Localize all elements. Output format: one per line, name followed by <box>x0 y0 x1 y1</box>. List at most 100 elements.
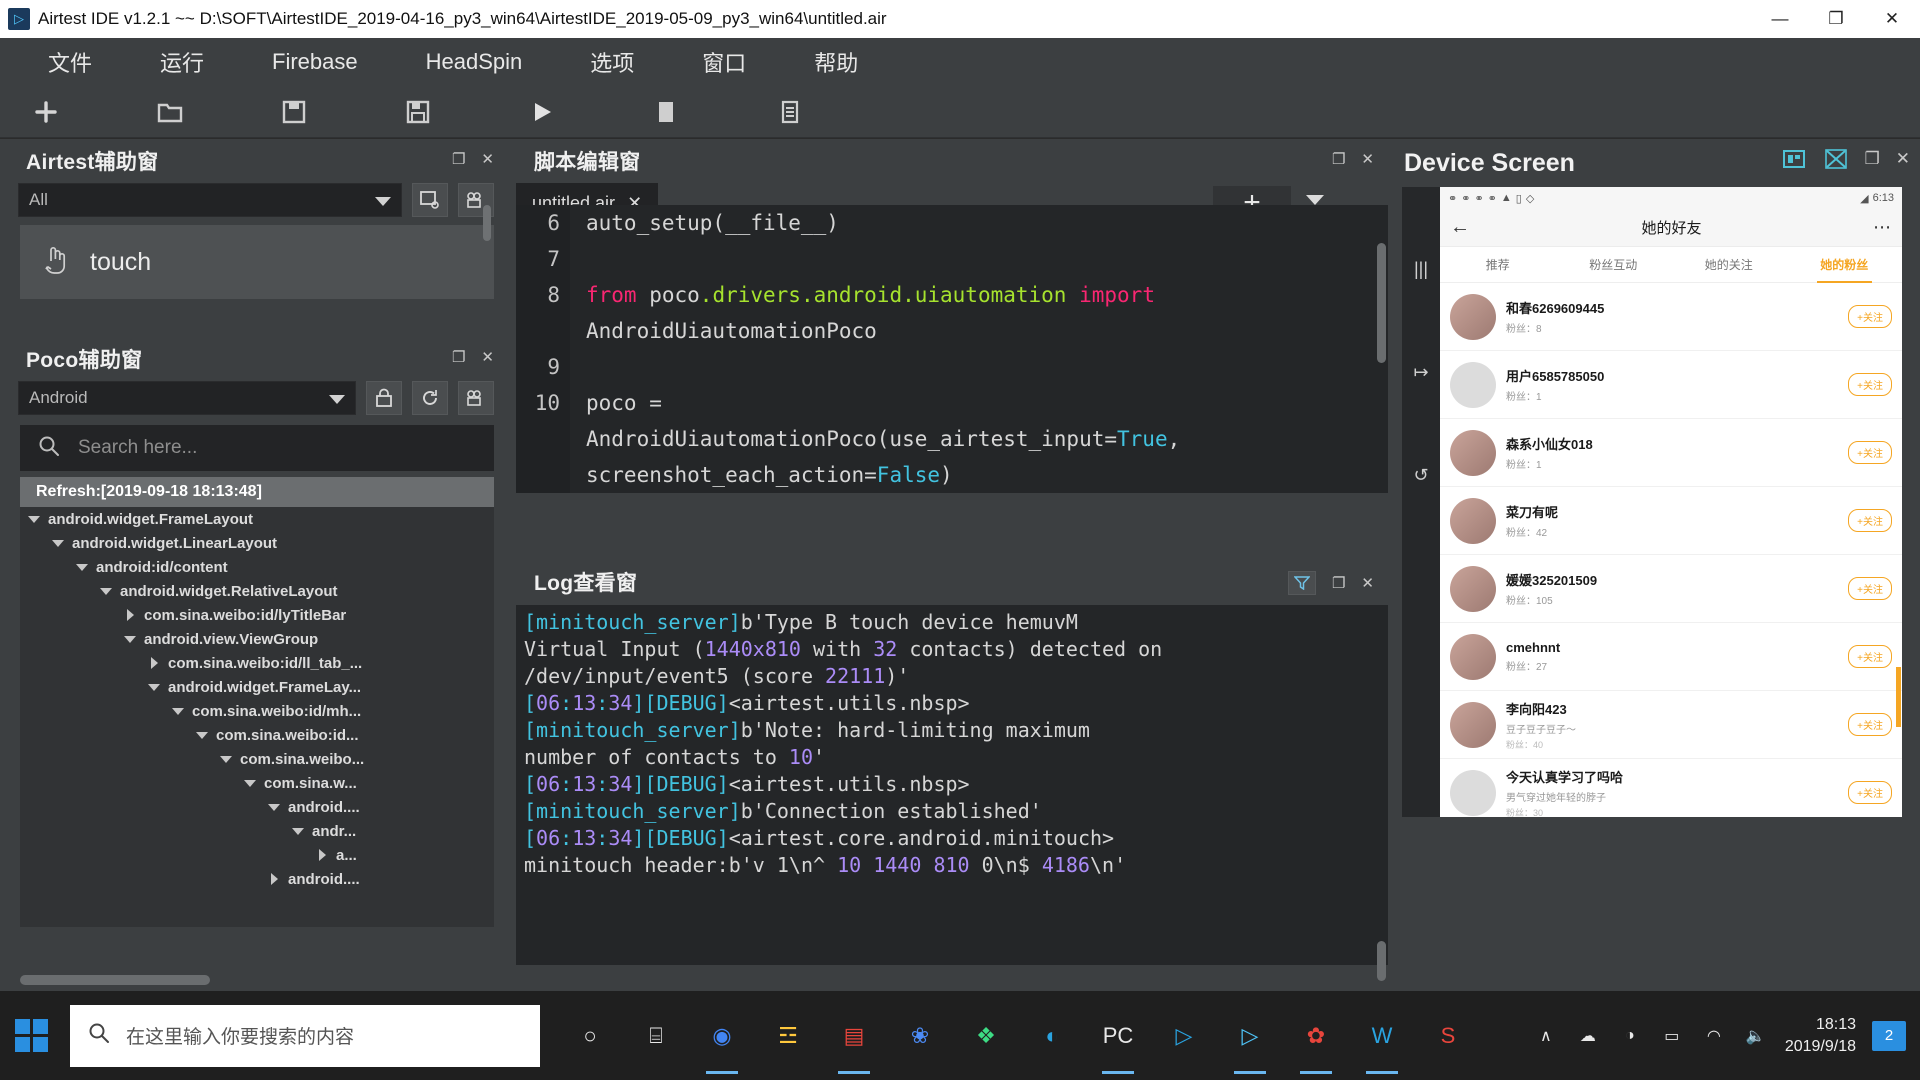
pycharm-icon[interactable]: PC <box>1094 1012 1142 1074</box>
poco-search-box[interactable]: Search here... <box>20 425 494 471</box>
new-file-icon[interactable] <box>24 94 68 130</box>
taskbar-clock[interactable]: 18:13 2019/9/18 <box>1785 1014 1856 1057</box>
code-line[interactable]: AndroidUiautomationPoco(use_airtest_inpu… <box>586 421 1388 457</box>
phone-tab[interactable]: 推荐 <box>1440 256 1556 273</box>
menu-item-run[interactable]: 运行 <box>138 42 226 82</box>
tree-node[interactable]: android.widget.RelativeLayout <box>20 579 494 603</box>
menu-item-headspin[interactable]: HeadSpin <box>404 45 545 79</box>
tree-node[interactable]: android.... <box>20 795 494 819</box>
chevron-down-icon[interactable] <box>170 707 186 715</box>
device-mirror[interactable]: ⚭ ⚭ ⚭ ⚭ ▲ ▯ ◇ ◢ 6:13 ← 她的好友 ⋯ 推荐 粉丝互动 她的… <box>1440 187 1902 817</box>
poco-panel-restore-button[interactable]: ❐ <box>452 348 465 366</box>
tree-node[interactable]: android.widget.FrameLayout <box>20 507 494 531</box>
volume-icon[interactable]: 🔈 <box>1743 1023 1769 1049</box>
notification-icon[interactable]: 2 <box>1872 1020 1906 1051</box>
close-button[interactable]: ✕ <box>1864 0 1920 38</box>
log-output[interactable]: [minitouch_server]b'Type B touch device … <box>516 605 1388 965</box>
chevron-right-icon[interactable] <box>146 657 162 669</box>
lock-icon[interactable] <box>366 381 402 415</box>
chevron-down-icon[interactable] <box>122 635 138 643</box>
vscode-icon[interactable]: ▷ <box>1160 1012 1208 1060</box>
minimize-button[interactable]: — <box>1752 0 1808 38</box>
poco-platform-select[interactable]: Android <box>18 381 356 415</box>
airtest-panel-restore-button[interactable]: ❐ <box>452 150 465 168</box>
tree-node[interactable]: com.sina.weibo:id/lyTitleBar <box>20 603 494 627</box>
chevron-down-icon[interactable] <box>290 827 306 835</box>
device-panel-close-button[interactable]: ✕ <box>1896 149 1910 169</box>
maximize-button[interactable]: ❐ <box>1808 0 1864 38</box>
log-panel-close-button[interactable]: ✕ <box>1361 574 1374 592</box>
chevron-right-icon[interactable] <box>122 609 138 621</box>
task-view-icon[interactable]: ⌸ <box>632 1012 680 1060</box>
menu-item-window[interactable]: 窗口 <box>680 42 768 82</box>
chevron-down-icon[interactable] <box>50 539 66 547</box>
chevron-down-icon[interactable] <box>218 755 234 763</box>
tree-node[interactable]: com.sina.w... <box>20 771 494 795</box>
network-globe-icon[interactable]: ◑ <box>1617 1023 1643 1049</box>
chevron-down-icon[interactable] <box>1306 195 1324 205</box>
phone-list-item[interactable]: cmehnnt 粉丝：27 +关注 <box>1440 623 1902 691</box>
stop-icon[interactable] <box>644 94 688 130</box>
chevron-right-icon[interactable] <box>266 873 282 885</box>
network-signal-icon[interactable]: ◠ <box>1701 1023 1727 1049</box>
device-panel-restore-button[interactable]: ❐ <box>1865 149 1880 169</box>
screenshot-capture-icon[interactable] <box>412 183 448 217</box>
report-icon[interactable] <box>768 94 812 130</box>
airtest-list-scrollbar[interactable] <box>483 205 491 241</box>
log-panel-restore-button[interactable]: ❐ <box>1332 574 1345 592</box>
editor-vertical-scrollbar[interactable] <box>1377 243 1386 363</box>
record-icon[interactable] <box>458 381 494 415</box>
device-snapshot-icon[interactable] <box>1781 147 1807 171</box>
log-vertical-scrollbar[interactable] <box>1377 941 1386 981</box>
tree-node[interactable]: andr... <box>20 819 494 843</box>
funnel-filter-icon[interactable] <box>1287 571 1316 595</box>
menu-key-icon[interactable]: ||| <box>1414 259 1428 280</box>
code-line[interactable]: from poco.drivers.android.uiautomation i… <box>586 277 1388 313</box>
chevron-down-icon[interactable] <box>266 803 282 811</box>
chevron-down-icon[interactable] <box>26 515 42 523</box>
chevron-down-icon[interactable] <box>98 587 114 595</box>
tree-node[interactable]: android.view.ViewGroup <box>20 627 494 651</box>
tree-node[interactable]: android.... <box>20 867 494 891</box>
sogou-input-icon[interactable]: S <box>1424 1012 1472 1060</box>
code-line[interactable]: AndroidUiautomationPoco <box>586 313 1388 349</box>
code-line[interactable]: poco = <box>586 385 1388 421</box>
open-folder-icon[interactable] <box>148 94 192 130</box>
poco-tree-hscrollbar[interactable] <box>20 975 494 985</box>
device-settings-icon[interactable] <box>1823 147 1849 171</box>
follow-button[interactable]: +关注 <box>1848 305 1892 328</box>
follow-button[interactable]: +关注 <box>1848 781 1892 804</box>
follow-button[interactable]: +关注 <box>1848 713 1892 736</box>
taskbar-search-input[interactable]: 在这里输入你要搜索的内容 <box>70 1004 540 1067</box>
menu-item-options[interactable]: 选项 <box>568 42 656 82</box>
code-line[interactable]: auto_setup(__file__) <box>586 205 1388 241</box>
tree-node[interactable]: android.widget.LinearLayout <box>20 531 494 555</box>
file-explorer-icon[interactable]: ☲ <box>764 1012 812 1060</box>
chevron-down-icon[interactable] <box>146 683 162 691</box>
green-app-icon[interactable]: ❖ <box>962 1012 1010 1060</box>
phone-tab[interactable]: 她的粉丝 <box>1787 256 1903 283</box>
home-key-icon[interactable]: ↺ <box>1413 465 1428 486</box>
tree-node[interactable]: com.sina.weibo:id/mh... <box>20 699 494 723</box>
messenger-icon[interactable]: ❀ <box>896 1012 944 1060</box>
browser-icon[interactable]: ◐ <box>1028 1012 1076 1060</box>
phone-list-item[interactable]: 今天认真学习了吗哈 男气穿过她年轻的脖子 粉丝：30 +关注 <box>1440 759 1902 817</box>
code-line[interactable]: screenshot_each_action=False) <box>586 457 1388 493</box>
code-text[interactable]: auto_setup(__file__) from poco.drivers.a… <box>570 205 1388 493</box>
phone-list-item[interactable]: 森系小仙女018 粉丝：1 +关注 <box>1440 419 1902 487</box>
follow-button[interactable]: +关注 <box>1848 577 1892 600</box>
airtest-action-label[interactable]: touch <box>90 248 151 277</box>
scrollbar-thumb[interactable] <box>20 975 210 985</box>
windows-start-icon[interactable] <box>0 991 62 1080</box>
wps-writer-icon[interactable]: W <box>1358 1012 1406 1074</box>
code-editor[interactable]: 6789101112 auto_setup(__file__) from poc… <box>516 205 1388 493</box>
phone-tab[interactable]: 她的关注 <box>1671 256 1787 273</box>
chevron-down-icon[interactable] <box>74 563 90 571</box>
show-hidden-icons[interactable]: ∧ <box>1533 1023 1559 1049</box>
poco-hierarchy-tree[interactable]: android.widget.FrameLayout android.widget… <box>20 507 494 927</box>
phone-more-icon[interactable]: ⋯ <box>1873 217 1892 238</box>
code-line[interactable] <box>586 349 1388 385</box>
poco-refresh-status[interactable]: Refresh:[2019-09-18 18:13:48] <box>20 477 494 507</box>
tree-node[interactable]: com.sina.weibo... <box>20 747 494 771</box>
follow-button[interactable]: +关注 <box>1848 509 1892 532</box>
